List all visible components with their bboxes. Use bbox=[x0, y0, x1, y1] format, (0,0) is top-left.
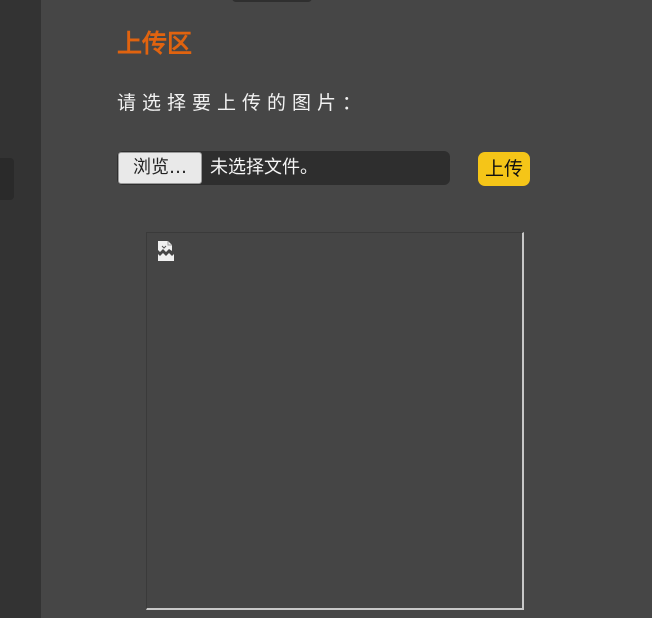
broken-image-icon bbox=[158, 241, 174, 261]
file-input[interactable]: 浏览… 未选择文件。 bbox=[117, 151, 450, 185]
sidebar-toggle-tab[interactable] bbox=[0, 158, 14, 200]
left-sidebar bbox=[0, 0, 41, 618]
upload-section-title: 上传区 bbox=[117, 29, 193, 58]
browse-button[interactable]: 浏览… bbox=[118, 152, 202, 184]
upload-prompt-label: 请选择要上传的图片： bbox=[117, 92, 368, 114]
image-preview bbox=[146, 232, 524, 610]
file-status-text: 未选择文件。 bbox=[210, 157, 318, 178]
top-scroll-edge bbox=[232, 0, 312, 2]
upload-button[interactable]: 上传 bbox=[478, 152, 530, 186]
